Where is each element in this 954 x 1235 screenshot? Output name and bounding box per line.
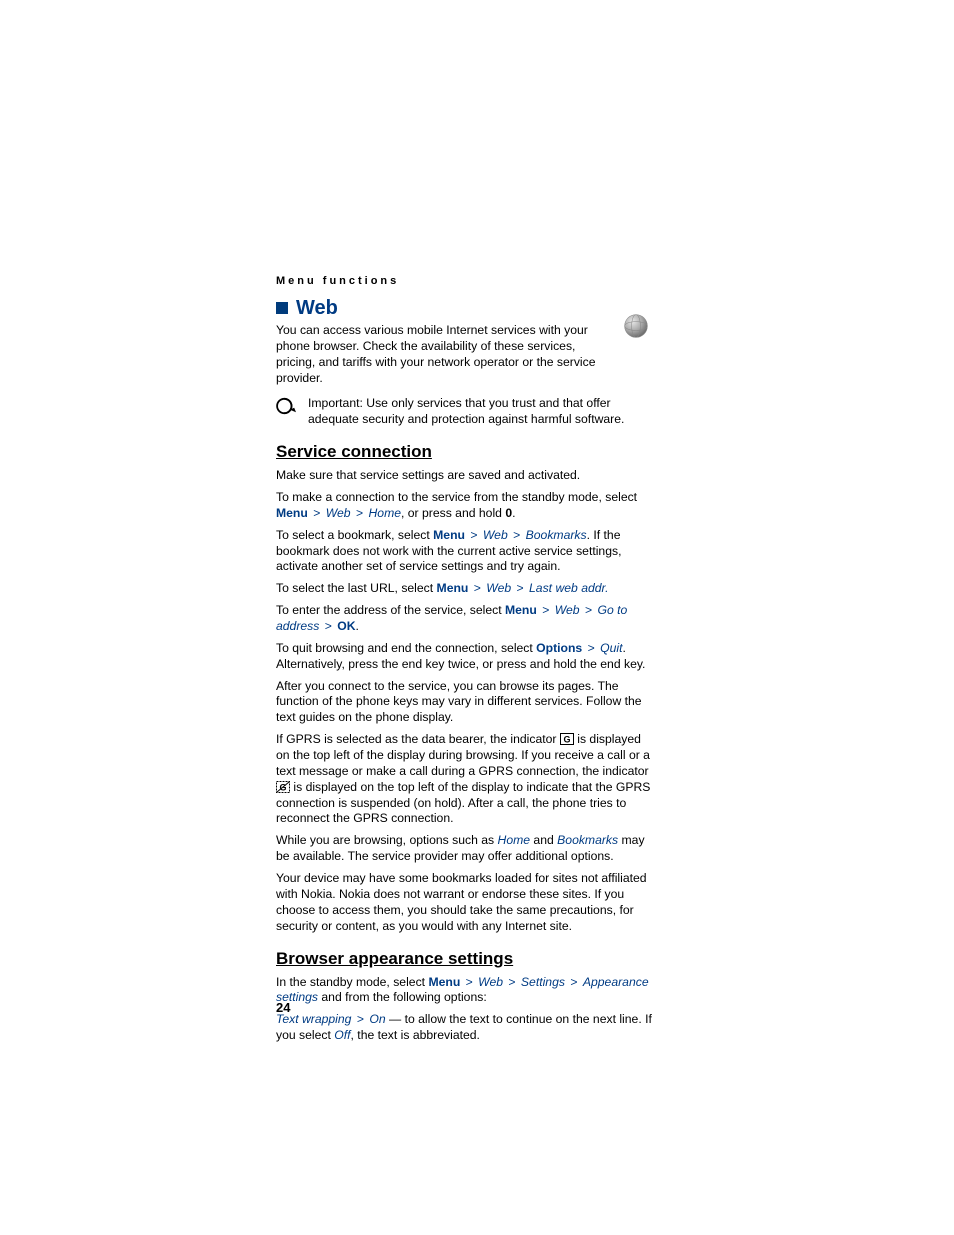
page-number: 24 — [276, 1000, 290, 1015]
service-p10: Your device may have some bookmarks load… — [276, 871, 654, 934]
intro-paragraph: You can access various mobile Internet s… — [276, 323, 611, 386]
service-p2: To make a connection to the service from… — [276, 490, 654, 522]
service-p5: To enter the address of the service, sel… — [276, 603, 654, 635]
service-p3: To select a bookmark, select Menu > Web … — [276, 528, 654, 576]
running-header: Menu functions — [276, 275, 654, 287]
service-p8: If GPRS is selected as the data bearer, … — [276, 732, 654, 827]
service-p7: After you connect to the service, you ca… — [276, 679, 654, 727]
heading-service-connection: Service connection — [276, 442, 654, 462]
gprs-suspended-icon: G — [276, 781, 290, 793]
heading-browser-appearance: Browser appearance settings — [276, 949, 654, 969]
important-text: Important: Use only services that you tr… — [308, 396, 654, 428]
heading-web: Web — [296, 297, 338, 319]
browser-p1: In the standby mode, select Menu > Web >… — [276, 975, 654, 1007]
service-p4: To select the last URL, select Menu > We… — [276, 581, 654, 597]
section-heading-web: Web — [276, 297, 654, 319]
browser-p2: Text wrapping > On — to allow the text t… — [276, 1012, 654, 1044]
gprs-active-icon: G — [560, 733, 574, 745]
service-p9: While you are browsing, options such as … — [276, 833, 654, 865]
globe-icon — [622, 312, 650, 340]
manual-page: Menu functions Web You can access variou… — [0, 0, 954, 1235]
important-icon — [276, 397, 298, 415]
square-bullet-icon — [276, 302, 288, 314]
service-p1: Make sure that service settings are save… — [276, 468, 654, 484]
service-p6: To quit browsing and end the connection,… — [276, 641, 654, 673]
important-label: Important: — [308, 396, 363, 410]
important-note: Important: Use only services that you tr… — [276, 396, 654, 428]
svg-text:G: G — [563, 735, 570, 745]
